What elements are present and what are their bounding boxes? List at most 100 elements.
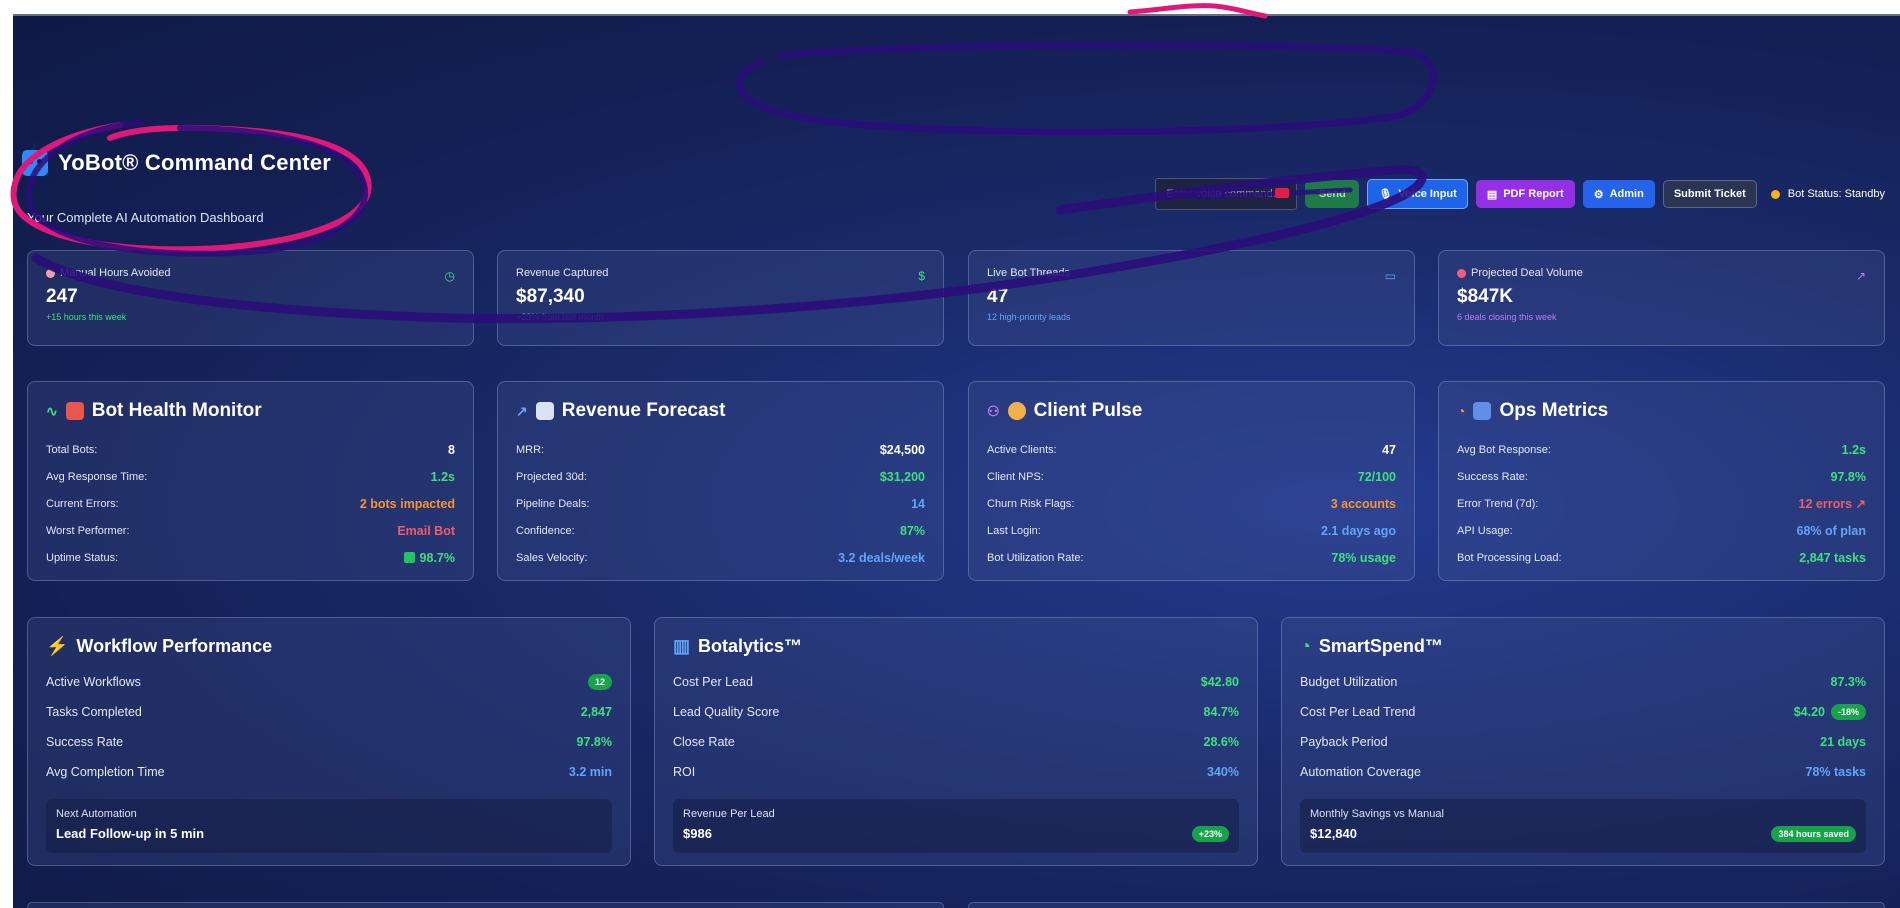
stat-label: Live Bot Threads [987, 267, 1070, 279]
metric-row: Avg Bot Response: 1.2s [1457, 436, 1866, 463]
metric-label: Last Login: [987, 524, 1041, 537]
card-title: Workflow Performance [76, 636, 273, 656]
pdf-report-button[interactable]: ▤ PDF Report [1475, 180, 1575, 208]
submit-ticket-button[interactable]: Submit Ticket [1662, 180, 1757, 208]
metric-row: API Usage: 68% of plan [1457, 517, 1866, 544]
metric-row: Sales Velocity: 3.2 deals/week [516, 544, 925, 571]
send-button[interactable]: Send [1305, 180, 1360, 208]
target-icon [1457, 268, 1466, 278]
metric-value: 28.6% [1203, 735, 1239, 749]
metric-row: Churn Risk Flags: 3 accounts [987, 490, 1396, 517]
metric-row: Cost Per Lead $42.80 [673, 667, 1239, 697]
voice-input-button[interactable]: 🎙 Voice Input [1367, 179, 1468, 209]
botalytics-card: ▥ Botalytics™ Cost Per Lead $42.80 Lead Q… [654, 617, 1258, 866]
metric-label: Churn Risk Flags: [987, 497, 1075, 510]
stat-sub: +15 hours this week [46, 312, 127, 322]
stat-card-live-threads: Live Bot Threads 47 12 high-priority lea… [968, 250, 1415, 346]
metric-row: Projected 30d: $31,200 [516, 463, 925, 490]
metric-label: Sales Velocity: [516, 551, 588, 564]
metric-label: Budget Utilization [1300, 675, 1398, 689]
metric-label: Tasks Completed [46, 705, 142, 719]
metric-label: Active Clients: [987, 443, 1057, 456]
check-icon [403, 551, 415, 563]
metric-row: Error Trend (7d): 12 errors ↗ [1457, 490, 1866, 517]
metric-row: Success Rate 97.8% [46, 727, 612, 757]
robot-emoji-icon [65, 402, 84, 420]
metric-label: Lead Quality Score [673, 705, 780, 719]
metric-value: 2,847 [580, 705, 612, 719]
pdf-report-label: PDF Report [1503, 188, 1564, 200]
metric-value: 98.7% [403, 551, 455, 565]
card-title: Client Pulse [1033, 400, 1143, 421]
metric-row: Worst Performer: Email Bot [46, 517, 455, 544]
metric-row: Avg Response Time: 1.2s [46, 463, 455, 490]
metric-value: 2.1 days ago [1320, 523, 1396, 538]
metric-value: 12 errors ↗ [1798, 497, 1866, 511]
client-pulse-card: ⚇ Client Pulse Active Clients: 47 Client … [968, 381, 1415, 581]
gear-icon: ⚙ [1593, 188, 1604, 201]
footer-value: $986 [683, 826, 712, 841]
metric-label: Bot Processing Load: [1457, 551, 1562, 564]
metric-value: 84.7% [1203, 705, 1239, 719]
revenue-forecast-card: ↗ Revenue Forecast MRR: $24,500 Projected… [497, 381, 944, 581]
stat-value: $87,340 [516, 286, 585, 307]
metric-label: ROI [673, 765, 696, 779]
stat-sub: 12 high-priority leads [987, 312, 1071, 322]
bar-chart-icon: ▥ [673, 636, 691, 656]
metric-row: Pipeline Deals: 14 [516, 490, 925, 517]
metric-label: API Usage: [1457, 524, 1513, 537]
microphone-icon: 🎙 [1378, 188, 1393, 201]
footer-label: Revenue Per Lead [683, 808, 775, 820]
metric-label: Client NPS: [987, 470, 1044, 483]
footer-value: Lead Follow-up in 5 min [56, 826, 205, 841]
metric-label: Avg Bot Response: [1457, 443, 1551, 456]
smartspend-card: ◔ SmartSpend™ Budget Utilization 87.3% Co… [1281, 617, 1885, 866]
metric-value: 3 accounts [1330, 496, 1396, 511]
status-indicator-icon [1770, 189, 1780, 199]
metric-row: Bot Processing Load: 2,847 tasks [1457, 544, 1866, 571]
metric-value: 78% tasks [1805, 765, 1866, 779]
metric-value: 47 [1382, 442, 1396, 457]
chat-icon: ▭ [1384, 269, 1396, 283]
dollar-icon: $ [918, 269, 925, 283]
metric-label: Avg Response Time: [46, 470, 148, 483]
metric-value: 68% of plan [1796, 523, 1866, 538]
metric-label: Worst Performer: [46, 524, 130, 537]
metric-row: Lead Quality Score 84.7% [673, 697, 1239, 727]
metric-label: Uptime Status: [46, 551, 119, 564]
admin-button[interactable]: ⚙ Admin [1582, 180, 1655, 208]
stat-sub: +23% from last month [516, 312, 604, 322]
stat-label: Revenue Captured [516, 267, 609, 279]
card-title: Revenue Forecast [561, 400, 726, 421]
metric-label: MRR: [516, 443, 545, 456]
gauge-icon: ◔ [1457, 403, 1466, 419]
metric-row: Active Clients: 47 [987, 436, 1396, 463]
revenue-per-lead-box: Revenue Per Lead $986 +23% [673, 799, 1239, 853]
stat-card-projected-deals: Projected Deal Volume $847K 6 deals clos… [1438, 250, 1885, 346]
metric-row: Current Errors: 2 bots impacted [46, 490, 455, 517]
metric-row: Automation Coverage 78% tasks [1300, 757, 1866, 787]
metric-label: Close Rate [673, 735, 735, 749]
metric-label: Cost Per Lead Trend [1300, 705, 1416, 719]
metric-label: Projected 30d: [516, 470, 587, 483]
card-title: SmartSpend™ [1318, 636, 1443, 656]
compass-emoji-icon [1007, 402, 1026, 420]
voice-command-input[interactable] [1155, 178, 1298, 210]
bot-health-card: ∿ Bot Health Monitor Total Bots: 8 Avg Re… [27, 381, 474, 581]
metric-label: Pipeline Deals: [516, 497, 590, 510]
bottom-card-left [27, 902, 944, 908]
change-badge: +23% [1191, 826, 1229, 842]
metric-value: 97.8% [1830, 469, 1866, 484]
toolbar: Send 🎙 Voice Input ▤ PDF Report ⚙ Admin … [1155, 178, 1885, 210]
metric-row: Avg Completion Time 3.2 min [46, 757, 612, 787]
metric-value: 3.2 min [568, 765, 612, 779]
hours-saved-badge: 384 hours saved [1771, 826, 1856, 842]
metric-value: $42.80 [1200, 675, 1239, 689]
count-badge: 12 [587, 674, 612, 690]
trend-up-icon: ↗ [516, 402, 528, 419]
metric-value: 1.2s [1841, 442, 1866, 457]
alarm-clock-icon [46, 268, 55, 278]
activity-icon: ∿ [46, 402, 58, 419]
bottom-card-right [968, 902, 1885, 908]
metric-row: ROI 340% [673, 757, 1239, 787]
